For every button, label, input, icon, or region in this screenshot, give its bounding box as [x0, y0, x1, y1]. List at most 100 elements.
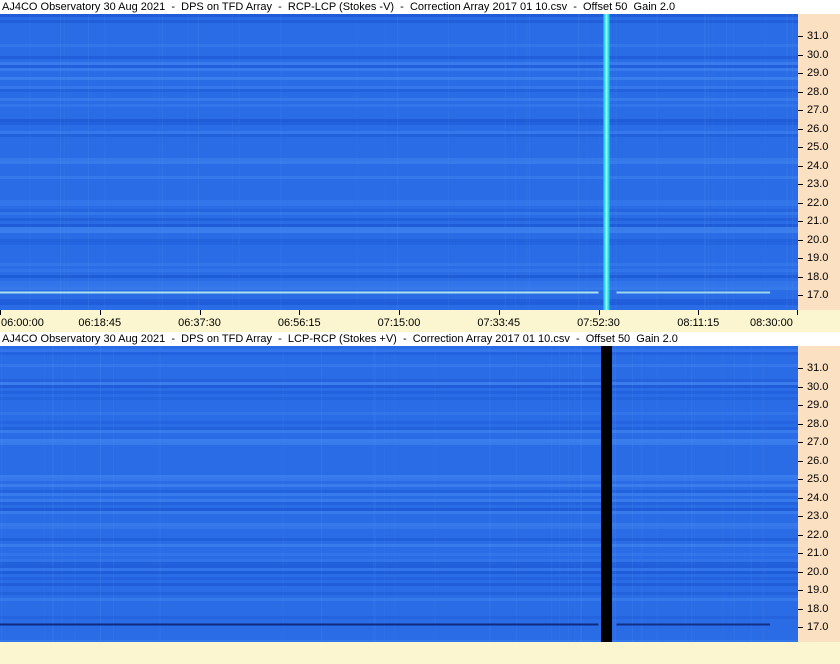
interference-line: [616, 623, 771, 626]
frequency-band: [0, 430, 798, 433]
frequency-band: [0, 224, 798, 227]
time-texture-line: [656, 14, 658, 310]
frequency-tick-label: 17.0: [807, 289, 829, 302]
time-texture-line: [551, 346, 553, 642]
frequency-band: [0, 442, 798, 445]
frequency-band: [0, 490, 798, 493]
frequency-band: [0, 349, 798, 352]
time-texture-line: [373, 346, 375, 642]
time-tick-label: 08:11:15: [677, 317, 720, 329]
time-texture-line: [581, 346, 582, 642]
time-texture-line: [733, 346, 735, 642]
time-texture-line: [586, 14, 588, 310]
frequency-band: [0, 212, 798, 215]
frequency-tick-label: 20.0: [807, 233, 829, 246]
time-texture-line: [282, 346, 284, 642]
time-texture-line: [374, 346, 376, 642]
frequency-tick-label: 20.0: [807, 565, 829, 578]
interference-line: [616, 291, 771, 294]
frequency-band: [0, 364, 798, 367]
frequency-band: [0, 68, 798, 71]
time-texture-line: [615, 14, 617, 310]
time-tick: [797, 310, 798, 315]
time-texture-line: [383, 346, 385, 642]
time-texture-line: [504, 14, 506, 310]
time-texture-line: [356, 14, 358, 310]
frequency-band: [0, 242, 798, 245]
time-tick: [498, 310, 500, 315]
frequency-band: [0, 502, 798, 505]
frequency-tick-label: 19.0: [807, 584, 829, 597]
time-texture-line: [786, 14, 788, 310]
time-texture-line: [684, 346, 686, 642]
time-tick-label: 06:56:15: [277, 317, 321, 329]
frequency-band: [0, 493, 798, 496]
frequency-band: [0, 508, 798, 511]
frequency-tick-label: 27.0: [807, 104, 829, 117]
time-tick: [598, 310, 600, 315]
frequency-tick-label: 25.0: [807, 141, 829, 154]
frequency-band: [0, 592, 798, 595]
time-tick-label: 08:30:00: [750, 317, 793, 329]
frequency-tick: [798, 479, 803, 481]
time-texture-line: [642, 346, 644, 642]
time-texture-line: [159, 346, 161, 642]
frequency-tick-label: 26.0: [807, 122, 829, 135]
frequency-band: [0, 553, 798, 556]
time-texture-line: [763, 346, 765, 642]
burst-event-column: [601, 346, 612, 642]
time-texture-line: [750, 346, 752, 642]
frequency-band: [0, 86, 798, 89]
frequency-tick-label: 27.0: [807, 436, 829, 449]
time-tick-label: 07:15:00: [377, 317, 421, 329]
time-texture-line: [514, 14, 516, 310]
frequency-band: [0, 397, 798, 400]
frequency-band: [0, 499, 798, 502]
time-tick: [99, 310, 101, 315]
frequency-band: [0, 299, 798, 302]
frequency-band: [0, 275, 798, 278]
time-texture-line: [693, 346, 695, 642]
frequency-tick: [798, 295, 803, 297]
frequency-band: [0, 382, 798, 385]
time-texture-line: [104, 14, 106, 310]
frequency-band: [0, 391, 798, 394]
time-texture-line: [574, 346, 576, 642]
time-texture-line: [43, 346, 45, 642]
interference-line: [0, 291, 599, 294]
time-texture-line: [448, 14, 450, 310]
frequency-band: [0, 158, 798, 161]
frequency-tick: [798, 36, 803, 38]
frequency-band: [0, 200, 798, 203]
frequency-tick-label: 29.0: [807, 399, 829, 412]
frequency-band: [0, 427, 798, 430]
frequency-band: [0, 421, 798, 424]
frequency-tick: [798, 571, 803, 573]
time-texture-line: [52, 346, 54, 642]
frequency-tick: [798, 516, 803, 518]
interference-line: [0, 623, 599, 626]
frequency-band: [0, 119, 798, 122]
time-texture-line: [656, 346, 658, 642]
time-tick: [698, 310, 700, 315]
frequency-band: [0, 484, 798, 487]
frequency-band: [0, 239, 798, 242]
panel2-spectrogram: [0, 346, 798, 642]
frequency-tick: [798, 276, 803, 278]
time-texture-line: [60, 14, 62, 310]
time-texture-line: [528, 14, 530, 310]
frequency-tick-label: 22.0: [807, 196, 829, 209]
time-tick-label: 07:52:30: [577, 317, 620, 329]
time-texture-line: [704, 14, 705, 310]
time-texture-line: [691, 346, 693, 642]
time-texture-line: [397, 14, 398, 310]
frequency-band: [0, 284, 798, 287]
frequency-band: [0, 134, 798, 137]
frequency-tick-label: 30.0: [807, 48, 829, 61]
time-texture-line: [578, 14, 580, 310]
frequency-band: [0, 562, 798, 565]
frequency-band: [0, 565, 798, 568]
panel2-frequency-axis: 17.0 18.0 19.0 20.0 21.0 22.0 23.0 24.0 25.0 26.0…: [798, 346, 840, 642]
frequency-band: [0, 44, 798, 47]
time-texture-line: [67, 14, 69, 310]
